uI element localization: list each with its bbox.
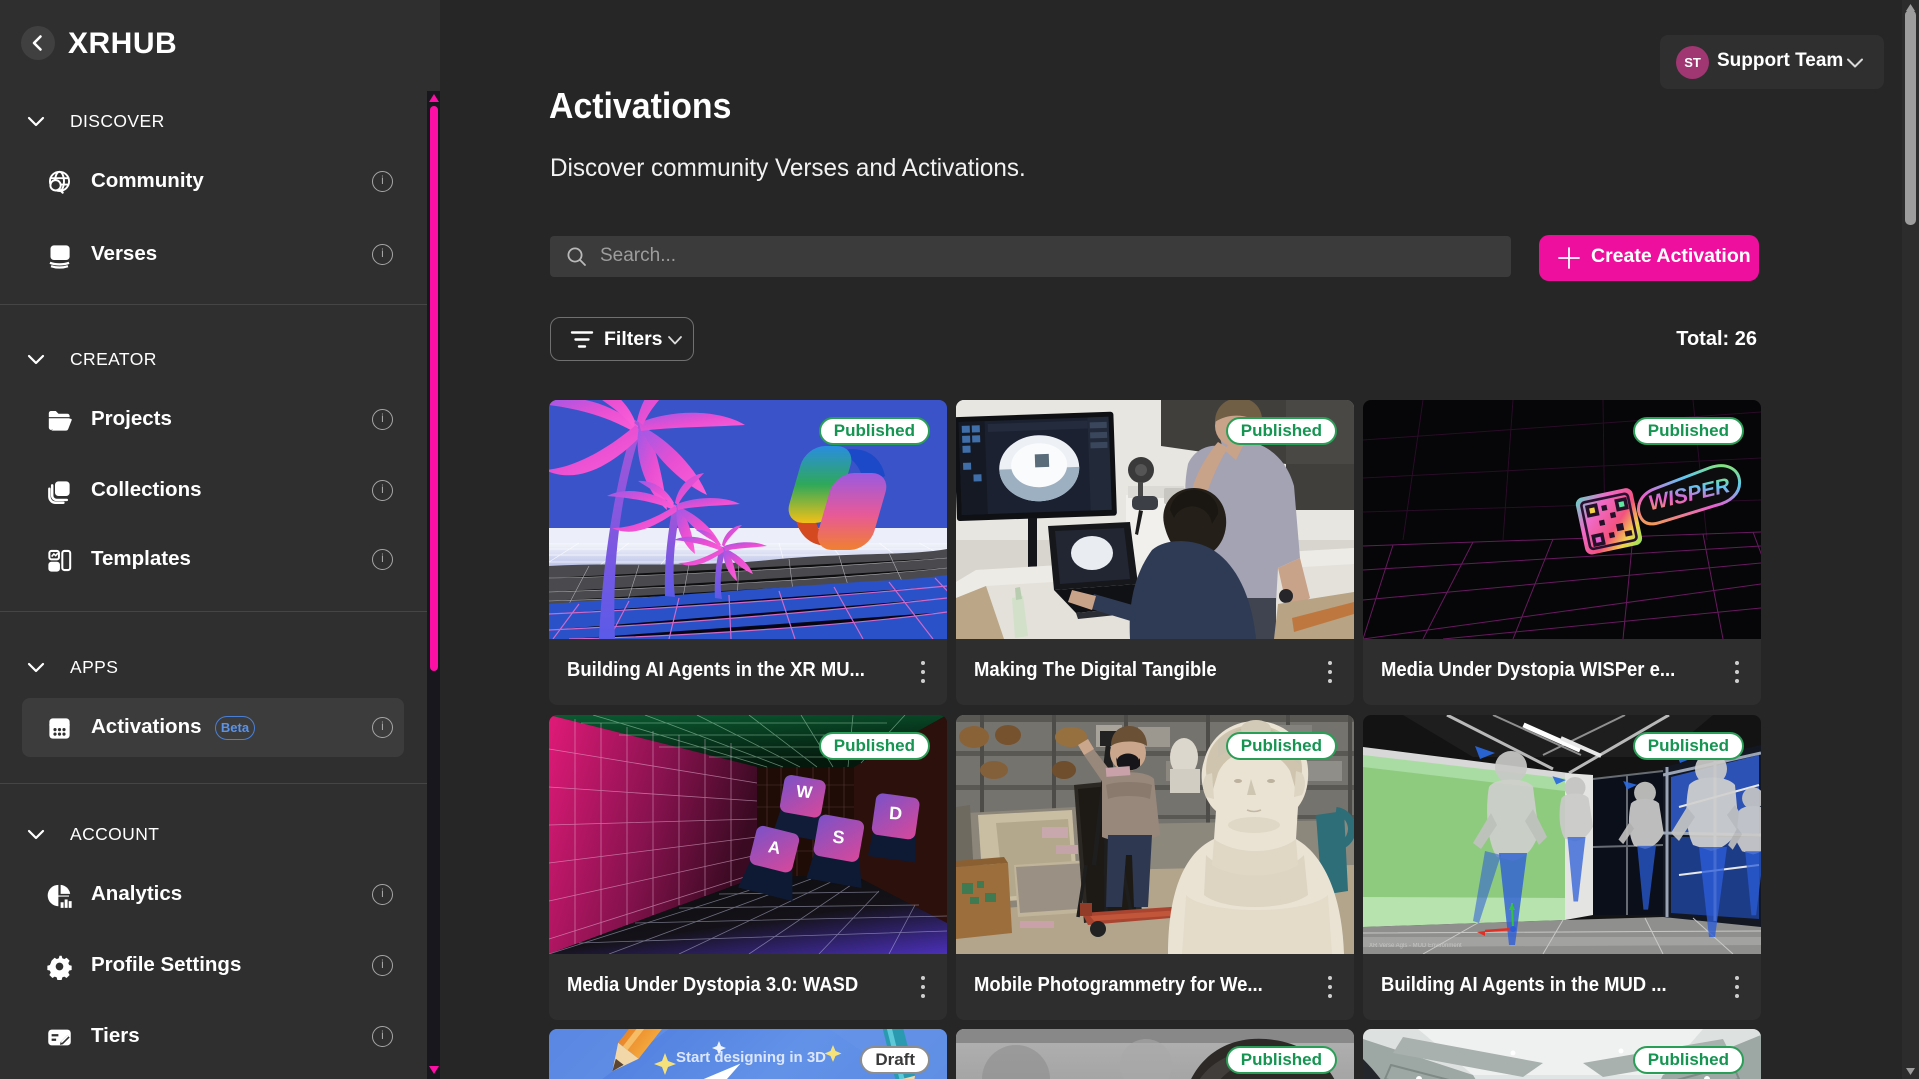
svg-text:W: W: [795, 782, 814, 803]
svg-text:XR Verse Agls - MUD Environmen: XR Verse Agls - MUD Environment: [1369, 943, 1462, 949]
svg-text:Start designing in 3D: Start designing in 3D: [676, 1049, 826, 1066]
svg-text:S: S: [832, 827, 846, 848]
svg-text:D: D: [888, 803, 902, 824]
